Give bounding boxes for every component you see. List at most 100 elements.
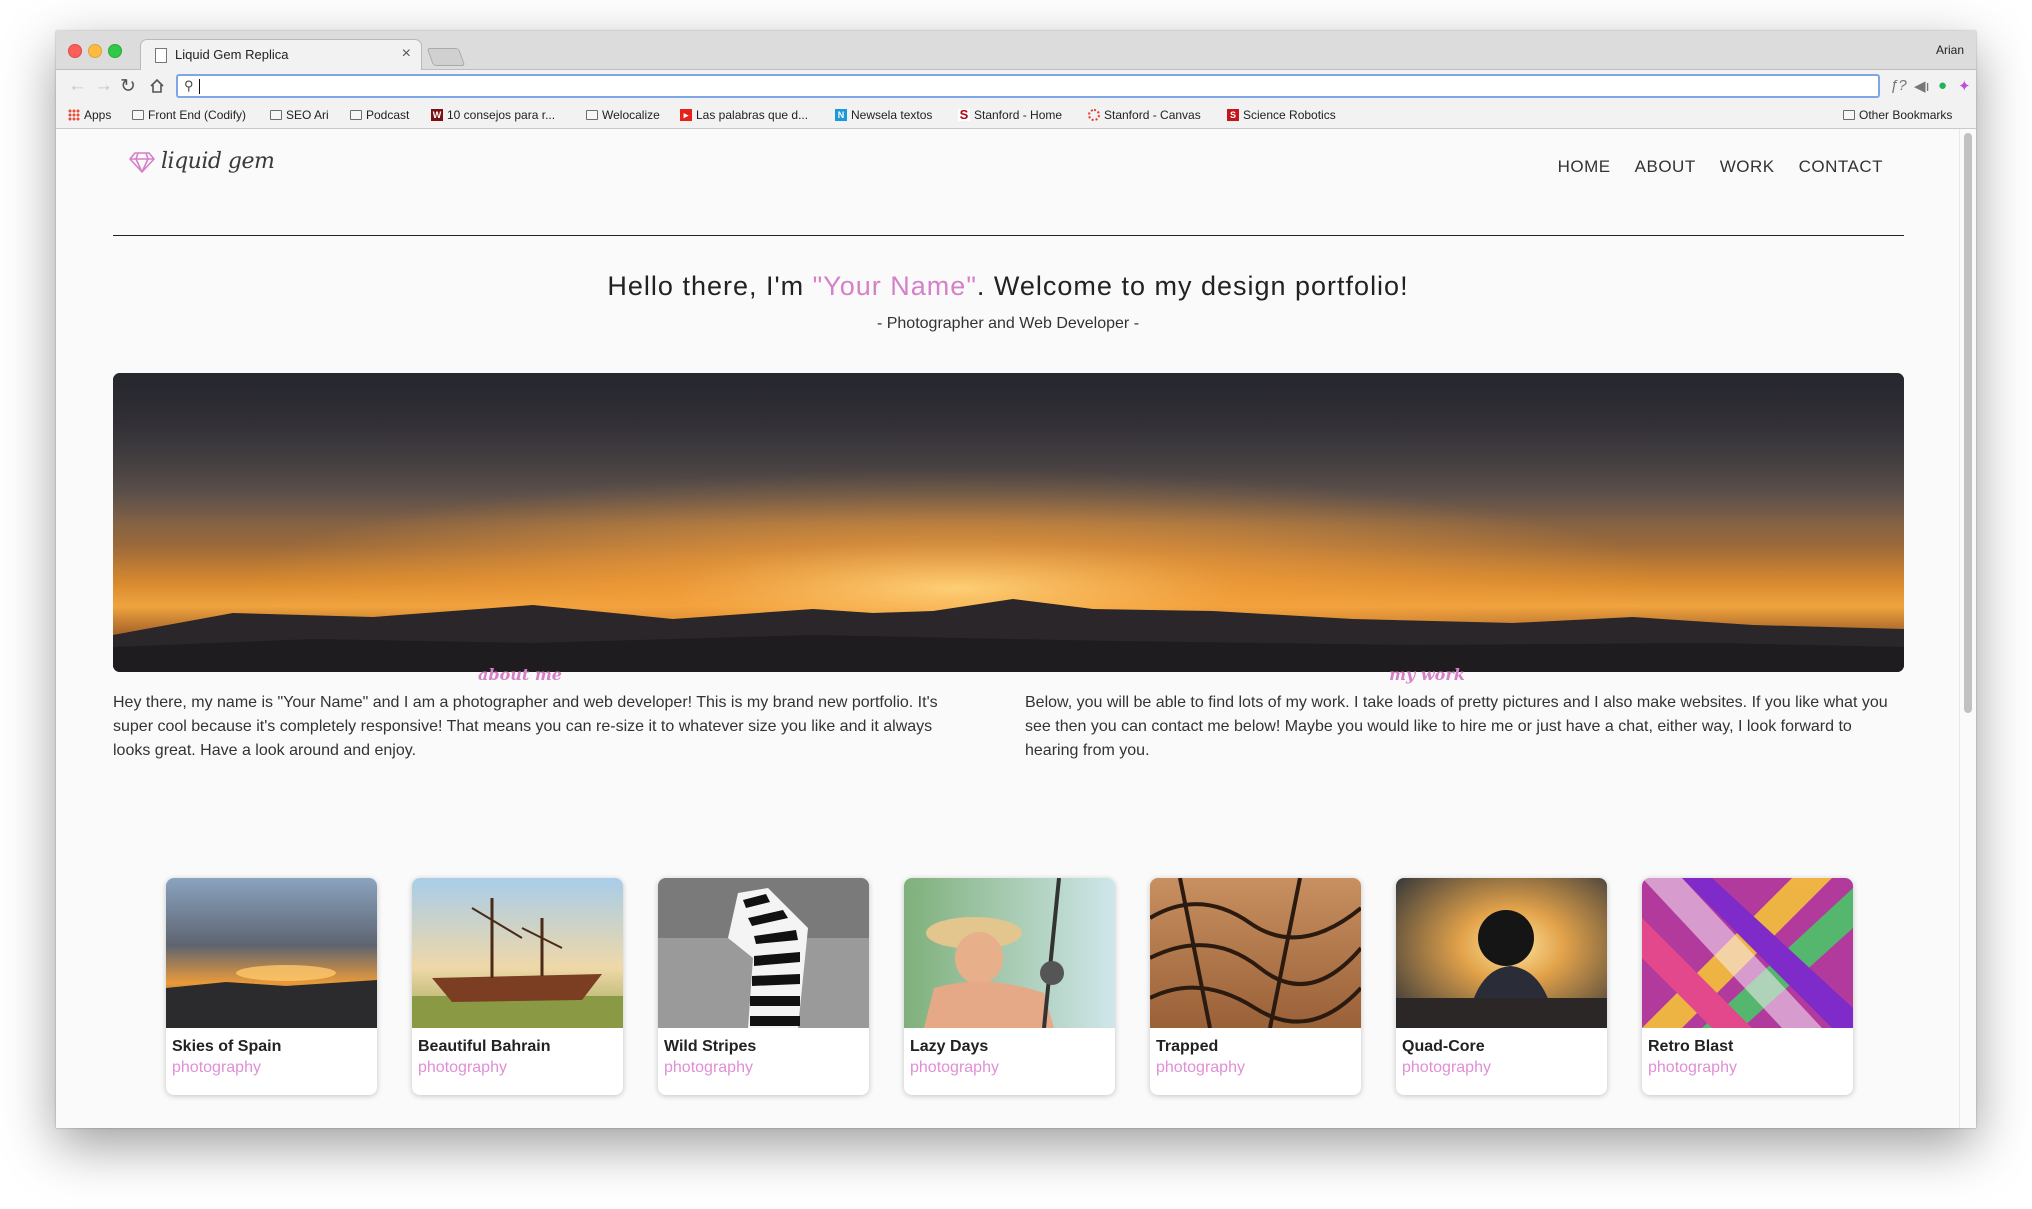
portfolio-card-trapped[interactable]: Trapped photography bbox=[1150, 878, 1361, 1095]
site-logo[interactable]: liquid gem bbox=[129, 149, 275, 174]
bookmark-label: Welocalize bbox=[602, 108, 660, 122]
tab-strip: Liquid Gem Replica × Arian bbox=[56, 31, 1976, 70]
page-scrollbar[interactable] bbox=[1959, 129, 1976, 1128]
youtube-icon: ▸ bbox=[680, 109, 692, 121]
portfolio-card-retro-blast[interactable]: Retro Blast photography bbox=[1642, 878, 1853, 1095]
card-title: Trapped bbox=[1156, 1038, 1219, 1055]
bookmark-label: Newsela textos bbox=[851, 108, 933, 122]
formula-extension-icon[interactable]: ƒ? bbox=[1890, 77, 1907, 94]
close-window-button[interactable] bbox=[68, 44, 82, 58]
forward-arrow-icon[interactable]: → bbox=[94, 75, 113, 97]
color-extension-icon[interactable]: ✦ bbox=[1958, 77, 1971, 95]
document-icon bbox=[155, 48, 167, 63]
folder-icon bbox=[1843, 110, 1855, 120]
card-title: Lazy Days bbox=[910, 1038, 989, 1055]
beautiful-bahrain-photo bbox=[412, 878, 623, 1028]
bookmark-label: Science Robotics bbox=[1243, 108, 1336, 122]
minimize-window-button[interactable] bbox=[88, 44, 102, 58]
nav-home[interactable]: HOME bbox=[1558, 157, 1611, 177]
bookmark-label: Other Bookmarks bbox=[1859, 108, 1953, 122]
skies-of-spain-photo bbox=[166, 878, 377, 1028]
bookmark-label: Stanford - Home bbox=[974, 108, 1063, 122]
bookmark-10-consejos[interactable]: W 10 consejos para r... bbox=[431, 108, 555, 122]
bookmark-stanford-canvas[interactable]: Stanford - Canvas bbox=[1088, 108, 1201, 122]
bookmarks-bar: Apps Front End (Codify) SEO Ari Podcast … bbox=[56, 104, 1976, 129]
quad-core-photo bbox=[1396, 878, 1607, 1028]
bookmark-seo-ari[interactable]: SEO Ari bbox=[270, 108, 329, 122]
folder-icon bbox=[350, 110, 362, 120]
nav-about[interactable]: ABOUT bbox=[1635, 157, 1696, 177]
card-category: photography bbox=[1402, 1059, 1491, 1076]
hero-suffix: . Welcome to my design portfolio! bbox=[976, 271, 1409, 301]
trapped-photo bbox=[1150, 878, 1361, 1028]
card-title: Quad-Core bbox=[1402, 1038, 1485, 1055]
bookmark-stanford-home[interactable]: S Stanford - Home bbox=[958, 108, 1062, 122]
about-text: Hey there, my name is "Your Name" and I … bbox=[113, 694, 938, 759]
stanford-icon: S bbox=[958, 107, 970, 122]
bookmark-label: Front End (Codify) bbox=[148, 108, 247, 122]
bookmark-label: 10 consejos para r... bbox=[447, 108, 556, 122]
bookmark-label: SEO Ari bbox=[286, 108, 329, 122]
wild-stripes-photo bbox=[658, 878, 869, 1028]
bookmark-science-robotics[interactable]: S Science Robotics bbox=[1227, 108, 1336, 122]
hero-name: "Your Name" bbox=[812, 271, 977, 301]
home-icon[interactable] bbox=[149, 78, 165, 94]
w-site-icon: W bbox=[431, 109, 443, 121]
bookmark-newsela[interactable]: N Newsela textos bbox=[835, 108, 932, 122]
bookmark-welocalize[interactable]: Welocalize bbox=[586, 108, 660, 122]
canvas-icon bbox=[1088, 109, 1100, 121]
folder-icon bbox=[586, 110, 598, 120]
hero-subtitle: - Photographer and Web Developer - bbox=[876, 315, 1140, 332]
card-category: photography bbox=[1156, 1059, 1245, 1076]
bookmark-front-end[interactable]: Front End (Codify) bbox=[132, 108, 246, 122]
card-title: Beautiful Bahrain bbox=[418, 1038, 551, 1055]
text-caret bbox=[199, 79, 200, 94]
apps-grid-icon bbox=[68, 109, 80, 121]
address-bar[interactable]: ⚲ bbox=[176, 74, 1880, 98]
portfolio-card-lazy-days[interactable]: Lazy Days photography bbox=[904, 878, 1115, 1095]
lazy-days-photo bbox=[904, 878, 1115, 1028]
browser-window: Liquid Gem Replica × Arian ← → ↻ ⚲ ƒ? ◀ı… bbox=[56, 31, 1976, 1128]
hero-heading: Hello there, I'm "Your Name". Welcome to… bbox=[56, 271, 1960, 302]
browser-toolbar: ← → ↻ ⚲ ƒ? ◀ı ● ✦ ⋮ bbox=[56, 70, 1976, 104]
new-tab-button[interactable] bbox=[426, 48, 466, 66]
close-tab-icon[interactable]: × bbox=[402, 45, 411, 63]
back-arrow-icon[interactable]: ← bbox=[68, 75, 87, 97]
web-page: liquid gem HOME ABOUT WORK CONTACT Hello… bbox=[56, 129, 1960, 1128]
work-text: Below, you will be able to find lots of … bbox=[1025, 694, 1888, 759]
bookmark-label: Las palabras que d... bbox=[696, 108, 809, 122]
portfolio-card-quad-core[interactable]: Quad-Core photography bbox=[1396, 878, 1607, 1095]
bookmark-other[interactable]: Other Bookmarks bbox=[1843, 108, 1952, 122]
card-category: photography bbox=[664, 1059, 753, 1076]
bookmark-podcast[interactable]: Podcast bbox=[350, 108, 409, 122]
card-title: Skies of Spain bbox=[172, 1038, 282, 1055]
newsela-icon: N bbox=[835, 109, 847, 121]
hero-banner-image bbox=[113, 373, 1904, 672]
bookmark-label: Stanford - Canvas bbox=[1104, 108, 1201, 122]
portfolio-card-beautiful-bahrain[interactable]: Beautiful Bahrain photography bbox=[412, 878, 623, 1095]
maximize-window-button[interactable] bbox=[108, 44, 122, 58]
portfolio-card-skies-of-spain[interactable]: Skies of Spain photography bbox=[166, 878, 377, 1095]
card-category: photography bbox=[910, 1059, 999, 1076]
bookmark-label: Podcast bbox=[366, 108, 410, 122]
portfolio-card-wild-stripes[interactable]: Wild Stripes photography bbox=[658, 878, 869, 1095]
scrollbar-thumb[interactable] bbox=[1964, 133, 1972, 713]
profile-name[interactable]: Arian bbox=[1936, 43, 1964, 57]
header-divider bbox=[113, 235, 1904, 236]
nav-contact[interactable]: CONTACT bbox=[1799, 157, 1883, 177]
reload-icon[interactable]: ↻ bbox=[120, 75, 136, 98]
tab-title: Liquid Gem Replica bbox=[175, 47, 289, 62]
grammarly-icon[interactable]: ● bbox=[1938, 77, 1947, 94]
work-heading: my work bbox=[1389, 665, 1465, 684]
main-nav: HOME ABOUT WORK CONTACT bbox=[1558, 157, 1883, 177]
audio-extension-icon[interactable]: ◀ı bbox=[1914, 77, 1930, 95]
bookmark-label: Apps bbox=[84, 108, 112, 122]
bookmark-las-palabras[interactable]: ▸ Las palabras que d... bbox=[680, 108, 808, 122]
search-icon: ⚲ bbox=[184, 78, 194, 93]
gem-icon bbox=[129, 151, 155, 173]
browser-tab[interactable]: Liquid Gem Replica × bbox=[140, 39, 422, 70]
nav-work[interactable]: WORK bbox=[1720, 157, 1775, 177]
bookmark-apps[interactable]: Apps bbox=[68, 108, 111, 122]
folder-icon bbox=[270, 110, 282, 120]
science-icon: S bbox=[1227, 109, 1239, 121]
